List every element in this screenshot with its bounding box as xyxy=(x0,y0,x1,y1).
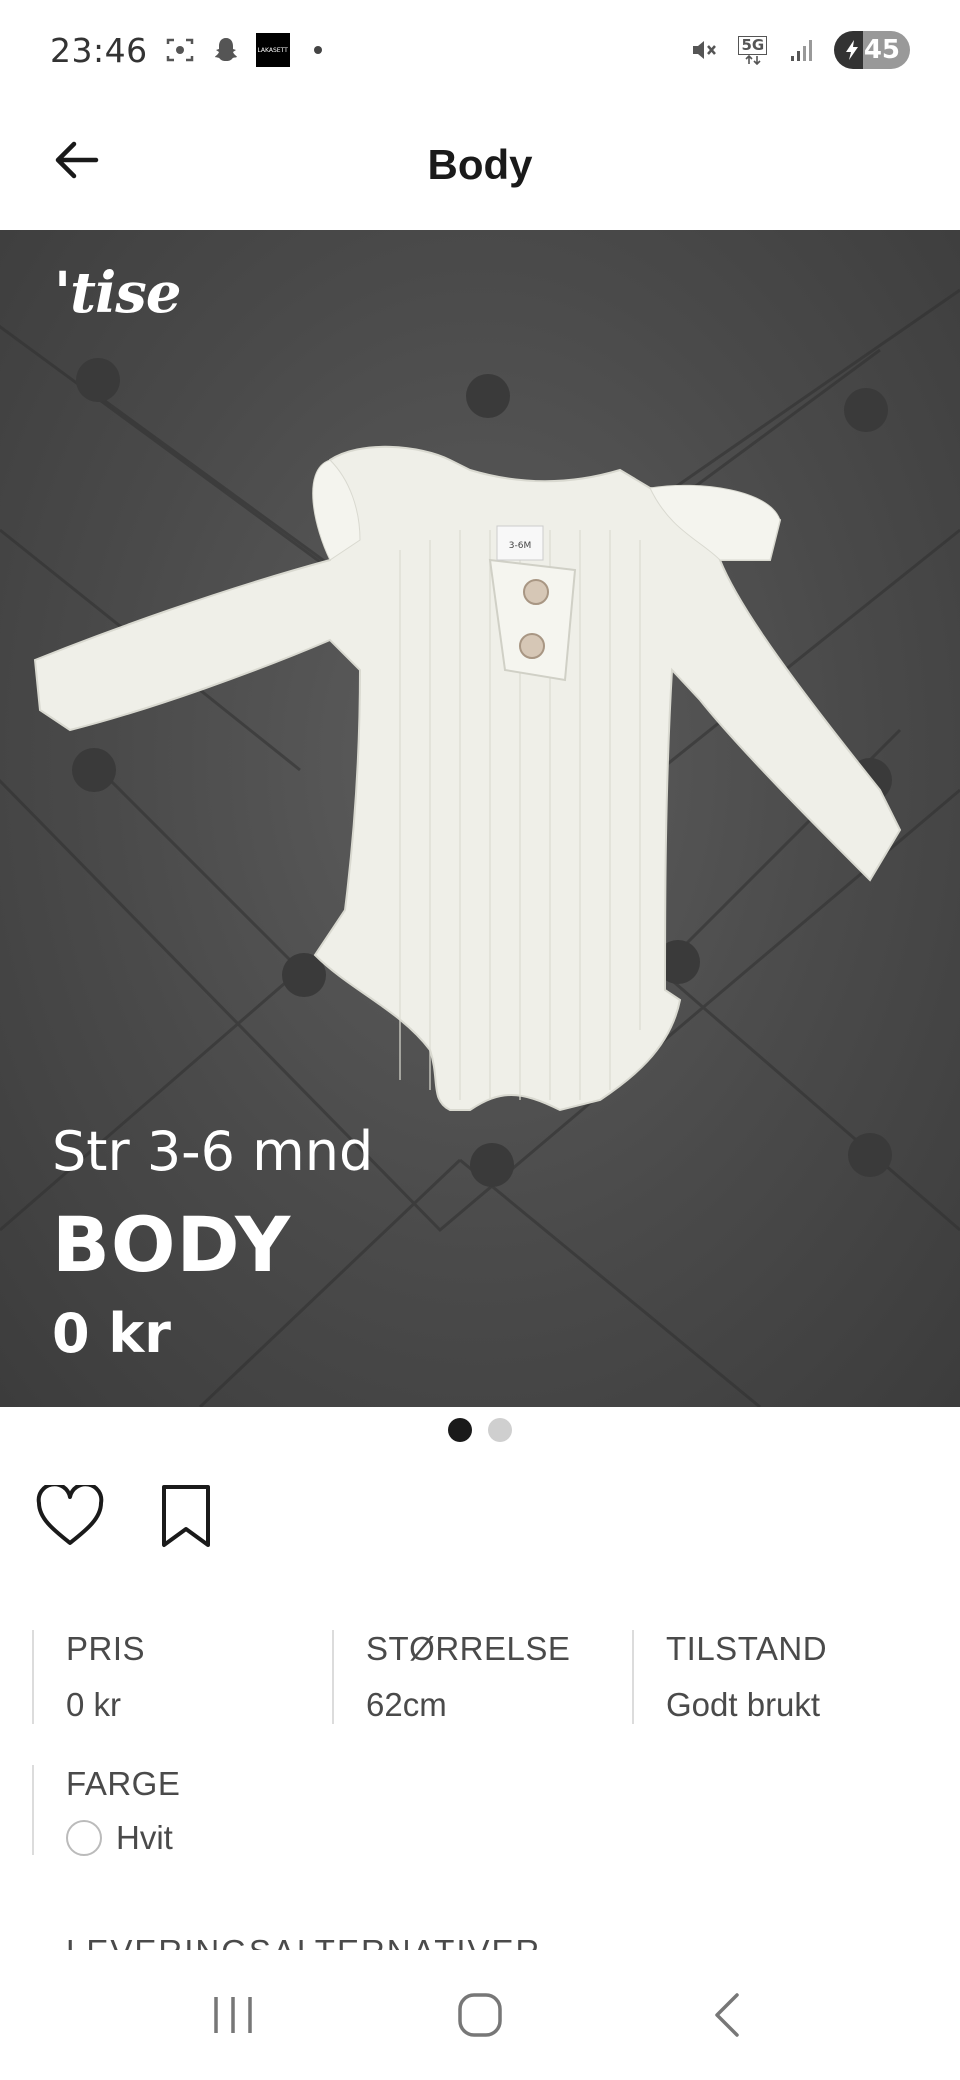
spec-price: PRIS 0 kr xyxy=(32,1630,332,1724)
spec-value: Godt brukt xyxy=(666,1686,821,1723)
brand-logo: 'tise xyxy=(54,260,181,326)
action-row xyxy=(34,1480,222,1552)
overlay-product-name: BODY xyxy=(52,1200,292,1289)
mute-icon xyxy=(688,34,720,66)
recents-icon xyxy=(214,1997,253,2033)
color-value: Hvit xyxy=(66,1819,180,1857)
more-notifications-dot xyxy=(313,46,322,54)
status-time: 23:46 xyxy=(50,30,148,70)
app-header: Body xyxy=(0,100,960,230)
page-title: Body xyxy=(427,141,533,188)
pager-dot-active[interactable] xyxy=(448,1418,472,1442)
battery-level: 45 xyxy=(863,35,900,65)
back-button[interactable] xyxy=(44,128,108,192)
spec-condition: TILSTAND Godt brukt xyxy=(632,1630,932,1724)
recent-apps-button[interactable] xyxy=(188,1970,278,2060)
bodysuit-illustration: 3-6M xyxy=(33,445,902,1112)
bookmark-icon xyxy=(162,1485,210,1547)
spec-value: 0 kr xyxy=(66,1686,122,1723)
battery-indicator: 45 xyxy=(833,31,910,69)
heart-icon xyxy=(36,1485,104,1545)
chevron-left-icon xyxy=(714,1993,739,2037)
delivery-options-heading: LEVERINGSALTERNATIVER xyxy=(66,1933,542,1952)
product-image[interactable]: 3-6M 'tise Str 3-6 mnd BODY 0 kr xyxy=(0,230,960,1407)
garment-size-tag: 3-6M xyxy=(509,541,531,551)
overlay-size-text: Str 3-6 mnd xyxy=(52,1120,374,1183)
color-swatch xyxy=(66,1820,102,1856)
spec-label: TILSTAND xyxy=(666,1630,828,1667)
notification-icons: LAKASETT xyxy=(164,33,322,67)
pager-dot[interactable] xyxy=(488,1418,512,1442)
snapchat-icon xyxy=(210,34,242,66)
spec-size: STØRRELSE 62cm xyxy=(332,1630,632,1724)
spec-label: FARGE xyxy=(66,1765,181,1802)
spec-label: STØRRELSE xyxy=(366,1630,571,1667)
system-nav-bar xyxy=(0,1950,960,2080)
system-back-button[interactable] xyxy=(682,1970,772,2060)
charging-icon xyxy=(845,40,858,60)
signal-icon xyxy=(786,34,818,66)
home-button[interactable] xyxy=(435,1970,525,2060)
app-notification-icon: LAKASETT xyxy=(255,33,290,67)
system-icons: 5G 45 xyxy=(688,31,910,69)
arrow-left-icon xyxy=(55,141,99,179)
product-specs: PRIS 0 kr STØRRELSE 62cm TILSTAND Godt b… xyxy=(32,1630,932,1724)
like-button[interactable] xyxy=(34,1480,106,1552)
status-bar: 23:46 LAKASETT 5G 45 xyxy=(0,0,960,100)
save-button[interactable] xyxy=(150,1480,222,1552)
network-5g-icon: 5G xyxy=(736,34,770,66)
overlay-price: 0 kr xyxy=(52,1302,171,1365)
network-label: 5G xyxy=(738,35,768,55)
spec-color: FARGE Hvit xyxy=(32,1765,181,1857)
screenshot-icon xyxy=(164,34,196,66)
color-name: Hvit xyxy=(116,1819,173,1856)
spec-label: PRIS xyxy=(66,1630,146,1667)
image-pager xyxy=(0,1418,960,1442)
home-icon xyxy=(458,1993,502,2037)
spec-value: 62cm xyxy=(366,1686,447,1723)
